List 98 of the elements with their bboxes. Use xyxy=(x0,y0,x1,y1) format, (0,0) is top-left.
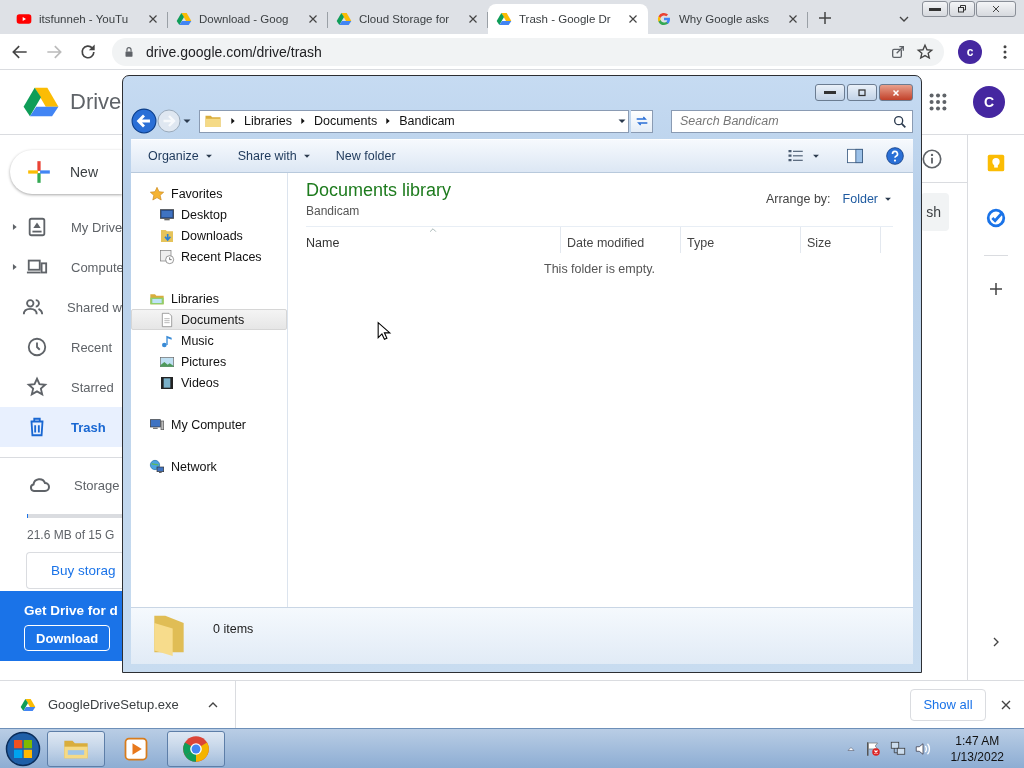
network-icon[interactable] xyxy=(888,739,907,758)
star-icon xyxy=(26,376,48,398)
nav-item[interactable]: Desktop xyxy=(131,204,287,225)
share-icon[interactable] xyxy=(890,43,906,60)
browser-tab[interactable]: Download - Goog xyxy=(168,4,328,34)
arrange-label: Arrange by: xyxy=(765,192,831,206)
breadcrumb-item[interactable]: Libraries xyxy=(244,114,292,128)
minimize-button[interactable] xyxy=(815,84,845,101)
download-button[interactable]: Download xyxy=(24,625,111,651)
toolbar-button[interactable]: Organize xyxy=(139,143,223,169)
start-orb-icon[interactable] xyxy=(5,730,41,767)
clock-time[interactable]: 1:47 AM xyxy=(950,732,1004,749)
column-header[interactable]: Name xyxy=(306,227,561,253)
new-button[interactable]: New xyxy=(10,150,122,194)
pane-icon[interactable] xyxy=(845,146,865,166)
clock-date[interactable]: 1/13/2022 xyxy=(950,748,1004,765)
info-icon[interactable] xyxy=(921,147,943,170)
nav-item[interactable]: Recent xyxy=(0,327,122,367)
minimize-icon xyxy=(929,7,941,11)
g-logo-icon xyxy=(656,11,672,27)
browser-tab[interactable]: Trash - Google Dr xyxy=(488,4,648,34)
minimize-icon xyxy=(824,91,836,94)
plus-icon[interactable] xyxy=(987,280,1005,298)
search-icon xyxy=(892,113,908,130)
empty-message: This folder is empty. xyxy=(544,262,655,276)
toolbar-button[interactable]: Share with xyxy=(228,143,321,169)
help-icon[interactable] xyxy=(885,146,905,166)
browser-tab[interactable]: Why Google asks xyxy=(648,4,808,34)
plus-icon[interactable] xyxy=(816,9,834,27)
product-name: Drive xyxy=(70,89,122,115)
star-icon xyxy=(149,185,165,202)
nav-item[interactable]: Network xyxy=(131,456,287,477)
maximize-button[interactable] xyxy=(847,84,877,101)
nav-item[interactable]: Trash xyxy=(0,407,122,447)
item-count: 0 items xyxy=(213,622,254,636)
triangle-logo-icon xyxy=(496,11,512,27)
library-title: Documents library xyxy=(306,180,452,201)
triangle-logo-icon xyxy=(20,696,36,713)
window-clock-icon xyxy=(159,248,175,265)
document-icon xyxy=(159,311,175,328)
breadcrumb-item[interactable]: Documents xyxy=(313,114,378,128)
video-play-icon xyxy=(16,11,32,27)
profile-avatar[interactable]: c xyxy=(958,39,982,64)
nav-item[interactable]: Videos xyxy=(131,372,287,393)
taskbar-button[interactable] xyxy=(47,730,105,767)
sort-caret-icon xyxy=(428,225,438,235)
taskbar-button[interactable] xyxy=(167,730,225,767)
maximize-icon xyxy=(856,86,868,99)
close-button[interactable] xyxy=(879,84,913,101)
triangle-logo-icon xyxy=(336,11,352,27)
profile-avatar[interactable]: C xyxy=(973,86,1005,118)
nav-item[interactable]: Downloads xyxy=(131,225,287,246)
nav-item[interactable]: My Computer xyxy=(131,414,287,435)
address-bar[interactable]: drive.google.com/drive/trash xyxy=(112,37,944,66)
drive-folder-icon xyxy=(26,216,48,238)
nav-item[interactable]: Starred xyxy=(0,367,122,407)
promo-title: Get Drive for d xyxy=(24,603,119,618)
column-header[interactable]: Size xyxy=(801,227,881,253)
apps-grid-icon[interactable] xyxy=(927,91,949,113)
monitor-icon xyxy=(159,206,175,223)
nav-item[interactable]: Favorites xyxy=(131,183,287,204)
browser-tab[interactable]: itsfunneh - YouTu xyxy=(8,4,168,34)
minimize-button[interactable] xyxy=(922,1,948,17)
folder-arrow-icon xyxy=(159,227,175,244)
storage-link[interactable]: Storage xyxy=(0,465,122,505)
nav-item[interactable]: Pictures xyxy=(131,351,287,372)
breadcrumb-item[interactable]: Bandicam xyxy=(399,114,455,128)
storage-usage: 21.6 MB of 15 G xyxy=(27,528,116,542)
nav-item[interactable]: Music xyxy=(131,330,287,351)
triangle-logo-icon xyxy=(176,11,192,27)
computer-icon xyxy=(149,416,165,433)
address-bar[interactable]: Libraries Documents Bandicam xyxy=(199,109,629,133)
star-icon[interactable] xyxy=(916,42,934,61)
buy-storage-button[interactable]: Buy storag xyxy=(26,552,122,589)
browser-tab[interactable]: Cloud Storage for xyxy=(328,4,488,34)
search-field[interactable]: Search Bandicam xyxy=(671,109,913,133)
globe-monitor-icon xyxy=(149,458,165,475)
restore-button[interactable] xyxy=(949,1,975,17)
show-all-button[interactable]: Show all xyxy=(910,688,986,721)
arrange-dropdown[interactable]: Folder xyxy=(842,192,893,206)
column-header[interactable]: Date modified xyxy=(561,227,681,253)
close-icon xyxy=(990,3,1002,15)
restore-icon xyxy=(956,3,968,15)
nav-item[interactable]: Shared w xyxy=(0,287,122,327)
nav-item[interactable]: Compute xyxy=(0,247,122,287)
plus-icon xyxy=(26,159,52,185)
clock-icon xyxy=(26,336,48,358)
film-strip-icon xyxy=(159,374,175,391)
column-header[interactable]: Type xyxy=(681,227,801,253)
browser-logo-icon xyxy=(182,734,210,763)
toolbar-button[interactable]: sh xyxy=(921,193,949,231)
check-circle-icon[interactable] xyxy=(985,207,1007,229)
nav-item[interactable]: My Drive xyxy=(0,207,122,247)
nav-item[interactable]: Recent Places xyxy=(131,246,287,267)
nav-item[interactable]: Libraries xyxy=(131,288,287,309)
library-subtitle: Bandicam xyxy=(306,204,361,218)
nav-item[interactable]: Documents xyxy=(131,309,287,330)
toolbar-button[interactable]: New folder xyxy=(326,143,405,169)
